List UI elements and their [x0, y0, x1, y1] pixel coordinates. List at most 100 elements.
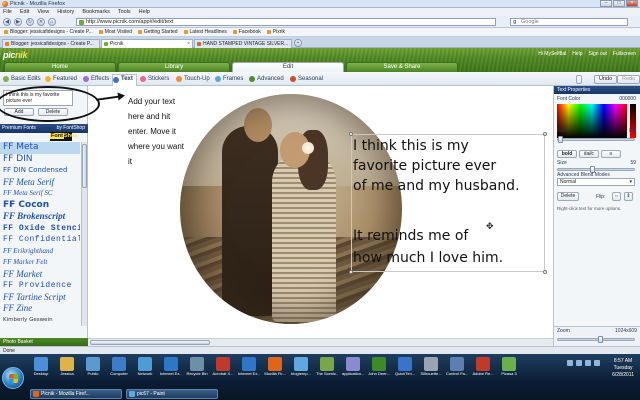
photo-basket-bar[interactable]: Photo Basket: [0, 338, 88, 346]
start-button[interactable]: [2, 367, 24, 389]
tray-icon[interactable]: [576, 360, 582, 366]
taskbar-app-icon[interactable]: Control Pa...: [446, 357, 468, 376]
tab-etsy[interactable]: HAND STAMPED VINTAGE SILVER...: [194, 39, 292, 48]
volume-icon[interactable]: [585, 360, 591, 366]
taskbar-app-icon[interactable]: John Deer...: [368, 357, 390, 376]
align-left-icon[interactable]: ≡: [601, 150, 621, 158]
picnik-logo[interactable]: picnik: [3, 50, 28, 60]
zoom-knob[interactable]: [598, 336, 603, 343]
taskbar-app-icon[interactable]: Public: [82, 357, 104, 376]
bookmark-item[interactable]: Facebook: [233, 28, 261, 36]
italic-button[interactable]: italic: [579, 150, 599, 158]
undo-button[interactable]: Undo: [594, 75, 618, 84]
font-item[interactable]: FF Cocon: [0, 200, 80, 212]
tab-picnik[interactable]: Picnik ×: [101, 39, 193, 48]
bold-button[interactable]: bold: [557, 150, 577, 158]
taskbar-app-icon[interactable]: Adobe Re...: [472, 357, 494, 376]
close-button[interactable]: ×: [626, 0, 638, 7]
back-icon[interactable]: ◀: [3, 18, 11, 26]
text-layer[interactable]: I think this is my favorite picture ever…: [349, 132, 547, 274]
font-item[interactable]: FF Brokenscript: [0, 211, 80, 223]
font-item[interactable]: FF Meta Serif SC: [0, 188, 80, 200]
bookmark-item[interactable]: Getting Started: [138, 28, 178, 36]
tab-seasonal[interactable]: Seasonal: [290, 75, 323, 84]
resize-handle[interactable]: [349, 270, 353, 274]
resize-handle[interactable]: [349, 132, 353, 136]
help-link[interactable]: Help: [572, 51, 582, 58]
size-slider[interactable]: [557, 166, 635, 173]
tab-basic-edits[interactable]: Basic Edits: [3, 75, 41, 84]
scroll-thumb[interactable]: [90, 340, 210, 345]
task-paint[interactable]: pic67 - Paint: [126, 389, 218, 399]
fade-slider[interactable]: [557, 136, 635, 143]
taskbar-app-icon[interactable]: Mozilla Fir...: [264, 357, 286, 376]
maximize-button[interactable]: □: [613, 0, 625, 7]
flip-horizontal-icon[interactable]: ⇔: [612, 192, 621, 201]
menu-file[interactable]: File: [3, 8, 12, 16]
menu-tools[interactable]: Tools: [118, 8, 131, 16]
taskbar-app-icon[interactable]: Recycle Bin: [186, 357, 208, 376]
taskbar-app-icon[interactable]: Desktop: [30, 357, 52, 376]
tab-edit[interactable]: Edit: [232, 62, 344, 72]
font-item[interactable]: FF Providence: [0, 280, 80, 292]
taskbar-app-icon[interactable]: blogtemp...: [290, 357, 312, 376]
sign-out-link[interactable]: Sign out: [589, 51, 607, 58]
bookmark-item[interactable]: Latest Headlines: [184, 28, 227, 36]
tab-frames[interactable]: Frames: [215, 75, 243, 84]
taskbar-app-icon[interactable]: application...: [342, 357, 364, 376]
tab-text[interactable]: Text: [112, 74, 137, 86]
font-item[interactable]: FF DIN Condensed: [0, 165, 80, 177]
network-icon[interactable]: [594, 360, 600, 366]
premium-fonts-header[interactable]: Premium Fonts by FontShop: [0, 124, 88, 133]
layers-icon[interactable]: [576, 75, 582, 84]
font-item[interactable]: FF Confidential: [0, 234, 80, 246]
taskbar-app-icon[interactable]: Internet Ex...: [238, 357, 260, 376]
font-item[interactable]: FF Meta Serif: [0, 177, 80, 189]
flip-vertical-icon[interactable]: ⇕: [624, 192, 633, 201]
tab-save-share[interactable]: Save & Share: [346, 62, 458, 72]
taskbar-app-icon[interactable]: The Scenic...: [316, 357, 338, 376]
menu-edit[interactable]: Edit: [20, 8, 29, 16]
close-tab-icon[interactable]: ×: [187, 40, 190, 48]
delete-text-button[interactable]: Delete: [557, 192, 579, 201]
url-bar[interactable]: http://www.picnik.com/app#/edit/text: [76, 18, 496, 26]
font-item[interactable]: FF DIN: [0, 154, 80, 166]
resize-handle[interactable]: [543, 132, 547, 136]
taskbar-app-icon[interactable]: Jessica: [56, 357, 78, 376]
font-item[interactable]: Kimberly Geswein: [0, 315, 80, 327]
menu-view[interactable]: View: [37, 8, 49, 16]
menu-help[interactable]: Help: [139, 8, 150, 16]
fade-knob[interactable]: [558, 136, 563, 143]
taskbar-app-icon[interactable]: Computer: [108, 357, 130, 376]
tab-blogger[interactable]: Blogger: jessicafidesigns - Create P...: [2, 39, 100, 48]
search-input[interactable]: g Google: [510, 18, 628, 26]
font-item[interactable]: FF Oxide Stencil: [0, 223, 80, 235]
font-item[interactable]: FF Marker Felt: [0, 257, 80, 269]
taskbar-app-icon[interactable]: Silhouette...: [420, 357, 442, 376]
redo-button[interactable]: Redo: [617, 75, 640, 84]
blend-mode-select[interactable]: Normal: [557, 178, 635, 186]
scroll-thumb[interactable]: [82, 144, 87, 188]
taskbar-app-icon[interactable]: Picasa 3: [498, 357, 520, 376]
reload-icon[interactable]: ↻: [26, 18, 34, 26]
tab-stickers[interactable]: Stickers: [140, 75, 169, 84]
font-color-value[interactable]: 000000: [619, 96, 636, 102]
stop-icon[interactable]: ✕: [37, 18, 45, 26]
minimize-button[interactable]: –: [600, 0, 612, 7]
task-firefox[interactable]: Picnik - Mozilla Firef...: [30, 389, 122, 399]
fullscreen-link[interactable]: Fullscreen: [613, 51, 636, 58]
tab-featured[interactable]: Featured: [45, 75, 77, 84]
bookmark-item[interactable]: Blogger: jessicafidesigns - Create P...: [4, 28, 93, 36]
taskbar-app-icon[interactable]: Network: [134, 357, 156, 376]
canvas-h-scrollbar[interactable]: [88, 338, 553, 346]
new-tab-icon[interactable]: +: [294, 39, 302, 47]
font-list-scrollbar[interactable]: [81, 142, 87, 326]
font-item[interactable]: FF Market: [0, 269, 80, 281]
font-item[interactable]: FF Erikrighthand: [0, 246, 80, 258]
menu-history[interactable]: History: [57, 8, 74, 16]
home-icon[interactable]: ⌂: [48, 18, 56, 26]
tab-effects[interactable]: Effects: [83, 75, 109, 84]
user-greeting[interactable]: Hi MySelf8al: [538, 51, 566, 58]
menu-bookmarks[interactable]: Bookmarks: [82, 8, 110, 16]
tab-touch-up[interactable]: Touch-Up: [176, 75, 210, 84]
